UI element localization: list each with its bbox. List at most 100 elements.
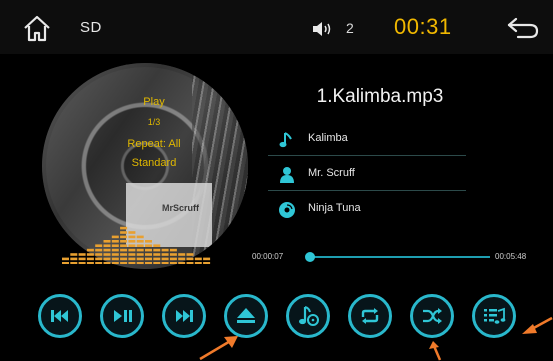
repeat-mode: Repeat: All [127,138,181,150]
artist-row: Mr. Scruff [268,160,466,191]
eq-bar-segment [145,244,152,247]
track-title-row: Kalimba [268,125,466,156]
eq-bar-segment [178,262,186,264]
total-time: 00:05:48 [495,252,527,261]
play-status: Play [143,96,165,108]
eq-bar-segment [136,235,144,239]
shuffle-button[interactable] [410,294,454,338]
elapsed-time: 00:00:07 [252,252,284,261]
eq-bar-segment [161,257,169,261]
eq-bar-segment [111,262,119,264]
eq-bar-segment [153,248,161,252]
eq-bar-segment [128,231,136,234]
eq-bar-segment [136,262,144,264]
eq-bar-segment [120,262,128,264]
eq-bar-segment [103,240,111,243]
volume-level: 2 [346,20,354,36]
eq-bar-segment [186,257,194,261]
status-bar: SD 2 00:31 [0,0,553,54]
eq-bar-segment [120,257,128,261]
eq-bar-segment [78,253,86,256]
file-name: 1.Kalimba.mp3 [316,86,444,107]
home-icon[interactable] [22,14,52,42]
music-note-icon [279,132,292,148]
eq-bar-segment [186,253,194,256]
eject-button[interactable] [224,294,268,338]
eq-bar-segment [203,257,211,261]
annotation-arrow-shuffle [429,341,442,361]
eq-bar-segment [62,257,69,261]
speaker-icon[interactable] [312,21,334,37]
eq-bar-segment [136,240,144,243]
eq-bar-segment [111,244,119,247]
music-source-button[interactable] [286,294,330,338]
annotation-arrow-eject [199,336,238,361]
clock: 00:31 [394,14,452,39]
disc-icon [279,202,295,218]
progress-knob[interactable] [304,252,315,262]
music-note-disc-icon [299,306,319,326]
eq-bar-segment [70,253,78,256]
eq-bar-segment [161,248,169,252]
progress-bar[interactable] [306,256,490,258]
eq-bar-segment [86,257,94,261]
eq-bar-segment [128,248,136,252]
eq-bar-segment [136,257,144,261]
eq-bar-segment [95,253,103,256]
eq-bar-segment [128,240,136,243]
eq-bar-segment [136,253,144,256]
source-label: SD [80,19,102,36]
eq-bar-segment [153,262,161,264]
eq-bar-segment [103,253,111,256]
annotation-arrow-playlist [522,316,553,334]
eject-icon [237,308,255,323]
track-title: Kalimba [308,132,348,144]
eq-bar-segment [136,244,144,247]
eq-bar-segment [161,253,169,256]
eq-bar-segment [128,235,136,239]
eq-bar-segment [111,253,119,256]
eq-bar-segment [86,262,94,264]
eq-bar-segment [78,262,86,264]
eq-bar-segment [95,262,103,264]
eq-bar-segment [145,240,152,243]
repeat-button[interactable] [348,294,392,338]
person-icon [280,167,294,183]
eq-bar-segment [120,244,128,247]
eq-bar-segment [186,262,194,264]
play-pause-button[interactable] [100,294,144,338]
eq-bar-segment [128,257,136,261]
eq-bar-segment [203,262,211,264]
previous-button[interactable] [38,294,82,338]
eq-bar-segment [128,253,136,256]
play-pause-icon [114,310,132,322]
eq-bar-segment [103,257,111,261]
eq-bar-segment [169,253,177,256]
eq-bar-segment [153,253,161,256]
eq-bar-segment [120,253,128,256]
eq-bar-segment [169,257,177,261]
eq-bar-segment [111,257,119,261]
eq-bar-segment [62,262,69,264]
back-arrow-icon[interactable] [506,16,540,40]
album-name: Ninja Tuna [308,202,361,214]
eq-bar-segment [153,257,161,261]
eq-bar-segment [169,262,177,264]
next-button[interactable] [162,294,206,338]
eq-bar-segment [120,248,128,252]
eq-bar-segment [78,257,86,261]
eq-bar-segment [95,257,103,261]
eq-bar-segment [86,248,94,252]
shuffle-icon [423,308,442,324]
skip-back-icon [51,310,68,322]
eq-bar-segment [103,262,111,264]
eq-bar-segment [120,240,128,243]
eq-bar-segment [128,262,136,264]
eq-bar-segment [153,244,161,247]
eq-bar-segment [169,248,177,252]
eq-bar-segment [103,248,111,252]
eq-bar-segment [86,253,94,256]
eq-bar-segment [128,244,136,247]
eq-bar-segment [120,231,128,234]
playlist-button[interactable] [472,294,516,338]
